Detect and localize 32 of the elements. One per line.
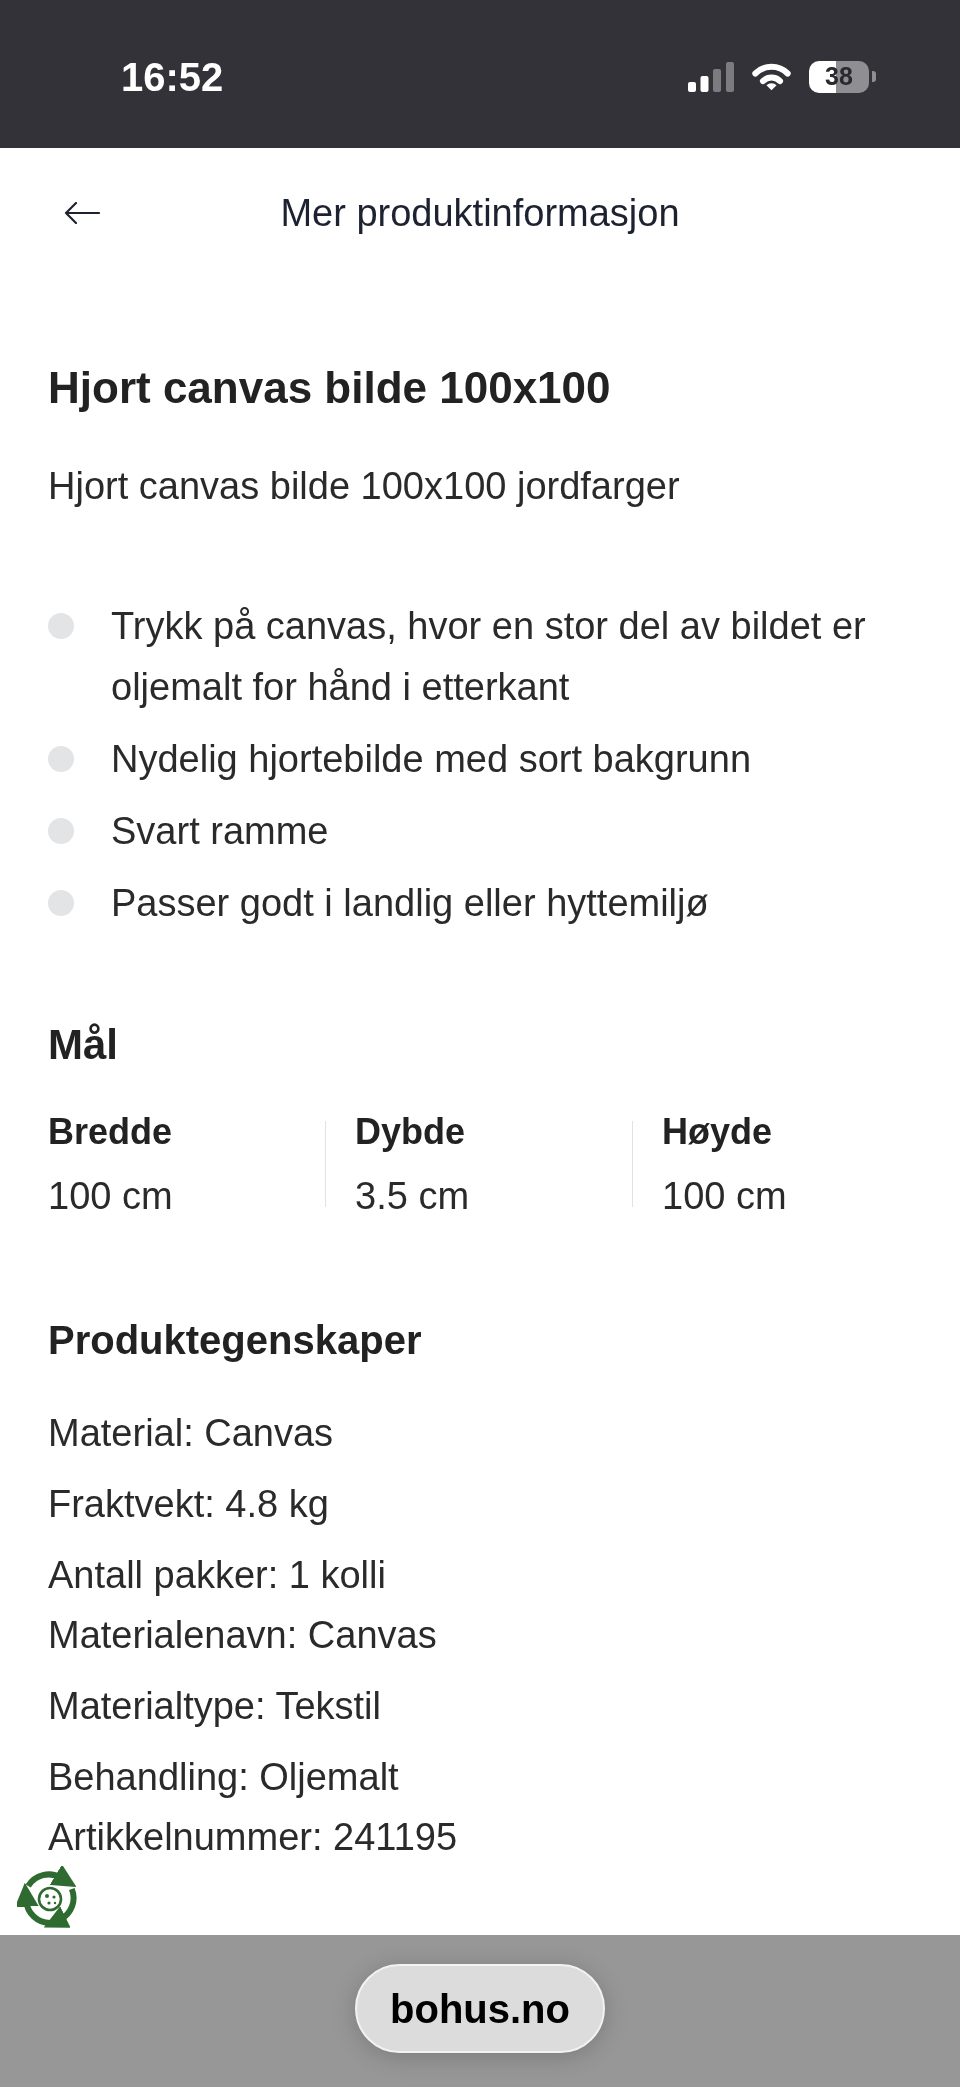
url-button[interactable]: bohus.no (355, 1964, 605, 2053)
feature-text: Nydelig hjortebilde med sort bakgrunn (111, 737, 753, 782)
property-text: Materialenavn: Canvas (48, 1613, 438, 1658)
product-title: Hjort canvas bilde 100x100 (48, 362, 612, 414)
dimension-value: 3.5 cm (355, 1174, 471, 1219)
section-heading: Mål (48, 1020, 119, 1070)
status-time: 16:52 (121, 56, 224, 97)
wifi-icon (751, 62, 792, 91)
property-text: Antall pakker: 1 kolli (48, 1553, 387, 1598)
feature-text: Passer godt i landlig eller hyttemiljø (111, 881, 710, 926)
property-text: Fraktvekt: 4.8 kg (48, 1482, 330, 1527)
dimension-label: Dybde (355, 1110, 467, 1154)
product-subtitle: Hjort canvas bilde 100x100 jordfarger (48, 464, 681, 509)
dimension-label: Høyde (662, 1110, 774, 1154)
bullet-icon (48, 818, 74, 844)
property-text: Materialtype: Tekstil (48, 1684, 382, 1729)
section-heading: Produktegenskaper (48, 1317, 423, 1364)
property-text: Material: Canvas (48, 1411, 335, 1456)
left-arrow-icon (64, 202, 100, 224)
bullet-icon (48, 746, 74, 772)
back-button[interactable] (64, 202, 100, 224)
page-title: Mer produktinformasjon (280, 191, 680, 236)
bullet-icon (48, 613, 74, 639)
property-text: Artikkelnummer: 241195 (48, 1815, 459, 1860)
signal-icon (688, 61, 734, 92)
feature-text: Trykk på canvas, hvor en stor del av bildet er oljemalt for hånd i etterkant (111, 604, 867, 710)
feature-text: Svart ramme (111, 809, 330, 854)
dimension-value: 100 cm (48, 1174, 174, 1219)
dimension-label: Bredde (48, 1110, 174, 1154)
dimension-value: 100 cm (662, 1174, 788, 1219)
property-text: Behandling: Oljemalt (48, 1755, 400, 1800)
bullet-icon (48, 890, 74, 916)
